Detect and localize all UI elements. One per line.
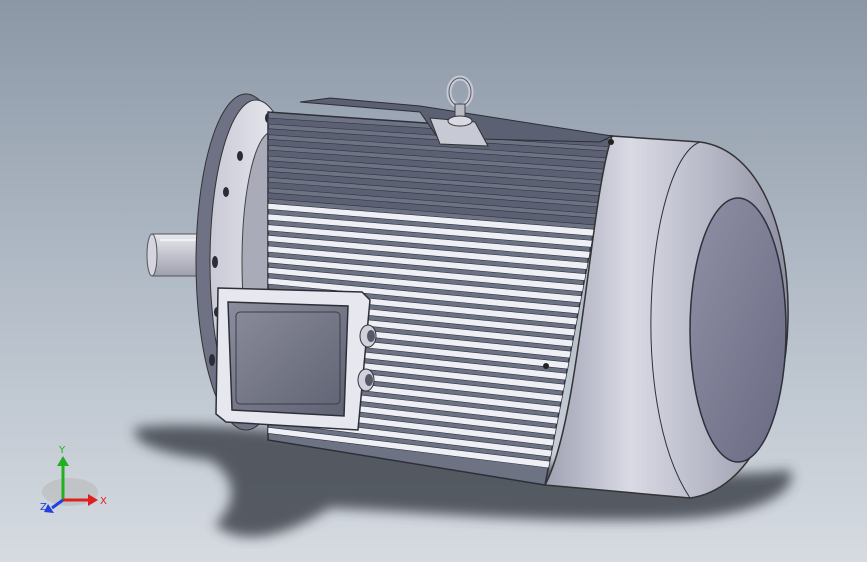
motor-model-view[interactable]: Y X Z bbox=[0, 0, 867, 562]
graphics-viewport[interactable]: Y X Z bbox=[0, 0, 867, 562]
x-axis-label: X bbox=[100, 496, 107, 507]
terminal-box bbox=[215, 287, 377, 431]
z-axis-label: Z bbox=[40, 502, 47, 513]
y-axis-label: Y bbox=[58, 445, 66, 456]
coordinate-triad[interactable]: Y X Z bbox=[40, 445, 107, 513]
lifting-eye bbox=[446, 75, 474, 127]
y-axis-head bbox=[57, 456, 69, 466]
